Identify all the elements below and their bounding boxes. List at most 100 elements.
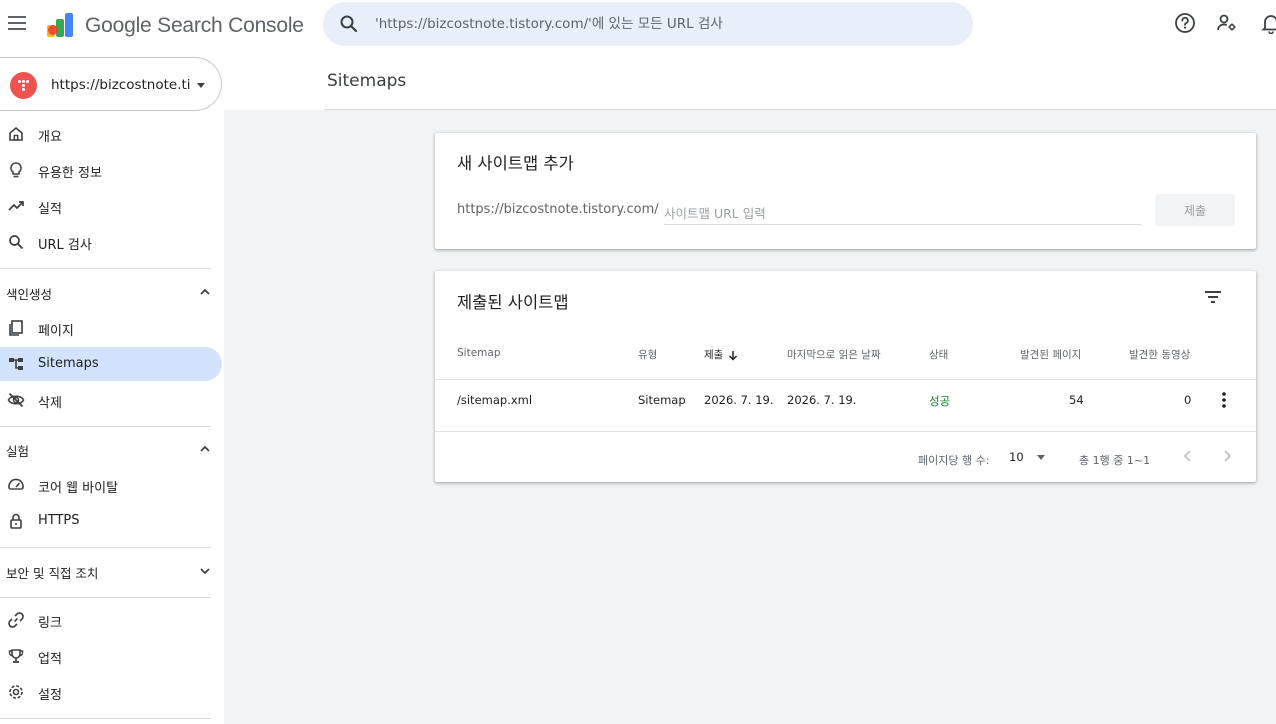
lock-icon [10, 513, 22, 529]
home-icon [9, 126, 23, 141]
sidebar-item-label: 설정 [38, 688, 62, 703]
rows-per-page-select[interactable]: 10 [1009, 446, 1051, 468]
trophy-icon [8, 649, 24, 663]
sitemap-icon [9, 358, 23, 370]
sidebar-item-label: 코어 웹 바이탈 [38, 481, 119, 496]
url-inspect-search[interactable] [323, 2, 973, 46]
cell-pages: 54 [1069, 393, 1084, 407]
brand-title: Google Search Console [85, 14, 304, 37]
filter-icon[interactable] [1201, 285, 1225, 309]
section-label: 실험 [6, 444, 30, 459]
section-indexing[interactable]: 색인생성 [0, 275, 222, 309]
sidebar-item-performance[interactable]: 실적 [0, 189, 222, 223]
sidebar-item-core-web-vitals[interactable]: 코어 웹 바이탈 [0, 468, 222, 502]
sidebar-divider [0, 597, 211, 598]
rows-per-page-label: 페이지당 행 수: [918, 454, 990, 467]
property-url: https://bizcostnote.tis... [51, 77, 191, 93]
column-header-last-read[interactable]: 마지막으로 읽은 날짜 [787, 347, 881, 362]
section-label: 보안 및 직접 조치 [6, 566, 99, 581]
sidebar-item-label: 유용한 정보 [38, 166, 102, 181]
sidebar-item-removals[interactable]: 삭제 [0, 383, 222, 417]
chevron-up-icon [200, 288, 210, 295]
submit-button[interactable]: 제출 [1155, 194, 1235, 226]
sidebar-divider [0, 718, 211, 719]
sidebar-item-label: 실적 [38, 202, 62, 217]
column-header-type[interactable]: 유형 [638, 347, 657, 362]
add-sitemap-card: 새 사이트맵 추가 https://bizcostnote.tistory.co… [435, 133, 1256, 249]
pagination-range: 총 1행 중 1~1 [1079, 454, 1151, 467]
help-icon[interactable] [1174, 12, 1196, 34]
link-icon [8, 612, 24, 628]
rows-per-page-value: 10 [1009, 450, 1024, 464]
sidebar-item-label: 링크 [38, 616, 62, 631]
section-security[interactable]: 보안 및 직접 조치 [0, 554, 222, 588]
add-sitemap-title: 새 사이트맵 추가 [457, 154, 574, 173]
cell-videos: 0 [1184, 393, 1192, 407]
cell-type: Sitemap [638, 393, 686, 407]
sidebar-item-label: 개요 [38, 130, 62, 145]
chevron-right-icon[interactable] [1216, 445, 1238, 467]
sidebar-item-label: 업적 [38, 652, 62, 667]
sidebar-item-insights[interactable]: 유용한 정보 [0, 153, 222, 187]
visibility-off-icon [7, 392, 25, 408]
cell-last-read: 2026. 7. 19. [787, 393, 857, 407]
table-divider [435, 379, 1256, 380]
chevron-down-icon [200, 568, 210, 575]
more-vert-icon[interactable] [1214, 390, 1234, 410]
column-header-discovered-videos[interactable]: 발견한 동영상 [1129, 347, 1190, 362]
top-bar: Google Search Console [0, 0, 1276, 54]
sidebar-item-label: 삭제 [38, 396, 62, 411]
search-icon [9, 235, 24, 250]
sidebar-item-https[interactable]: HTTPS [0, 504, 222, 538]
column-header-submitted[interactable]: 제출 [704, 347, 738, 362]
sidebar-item-overview[interactable]: 개요 [0, 117, 222, 151]
submitted-sitemaps-card: 제출된 사이트맵 Sitemap 유형 제출 마지막으로 읽은 날짜 상태 발견… [435, 271, 1256, 482]
manage-users-icon[interactable] [1216, 12, 1238, 34]
column-header-label: 제출 [704, 349, 724, 361]
column-header-discovered-pages[interactable]: 발견된 페이지 [1020, 347, 1081, 362]
sitemap-url-prefix: https://bizcostnote.tistory.com/ [457, 202, 659, 217]
sidebar-item-url-inspection[interactable]: URL 검사 [0, 225, 222, 259]
table-divider [435, 431, 1256, 432]
chevron-down-icon [1037, 455, 1045, 460]
lightbulb-icon [10, 162, 22, 178]
chevron-up-icon [200, 445, 210, 452]
property-avatar [10, 72, 37, 99]
notifications-icon[interactable] [1260, 12, 1276, 34]
sidebar-item-label: URL 검사 [38, 238, 92, 253]
submitted-sitemaps-title: 제출된 사이트맵 [457, 293, 569, 312]
trending-up-icon [8, 201, 24, 211]
sidebar-item-settings[interactable]: 설정 [0, 675, 222, 709]
sidebar-divider [0, 268, 211, 269]
arrow-down-icon [729, 350, 738, 361]
sidebar-item-achievements[interactable]: 업적 [0, 639, 222, 673]
property-selector[interactable]: https://bizcostnote.tis... [0, 57, 222, 111]
sidebar-item-pages[interactable]: 페이지 [0, 311, 222, 345]
sidebar-item-label: HTTPS [38, 513, 80, 528]
column-header-sitemap[interactable]: Sitemap [457, 347, 501, 359]
search-console-logo[interactable] [46, 11, 74, 39]
chevron-left-icon[interactable] [1177, 445, 1199, 467]
sidebar-item-links[interactable]: 링크 [0, 603, 222, 637]
sidebar: https://bizcostnote.tis... 개요 유용한 정보 실적 … [0, 54, 224, 724]
speed-icon [8, 478, 24, 490]
column-header-status[interactable]: 상태 [929, 347, 948, 362]
cell-submitted: 2026. 7. 19. [704, 393, 774, 407]
pages-icon [9, 320, 23, 336]
sidebar-item-label: Sitemaps [38, 356, 99, 371]
section-experience[interactable]: 실험 [0, 432, 222, 466]
cell-sitemap[interactable]: /sitemap.xml [457, 393, 532, 407]
sidebar-item-sitemaps[interactable]: Sitemaps [0, 347, 222, 381]
settings-icon [9, 685, 23, 699]
sitemap-url-input[interactable] [664, 203, 1141, 225]
sidebar-divider [0, 426, 211, 427]
search-input[interactable] [375, 12, 955, 36]
sidebar-divider [0, 547, 211, 548]
page-title: Sitemaps [327, 71, 407, 91]
chevron-down-icon [197, 83, 205, 88]
sidebar-item-label: 페이지 [38, 324, 74, 339]
menu-icon[interactable] [6, 12, 28, 34]
search-icon [340, 15, 358, 33]
cell-status: 성공 [929, 394, 951, 408]
section-label: 색인생성 [6, 287, 53, 302]
